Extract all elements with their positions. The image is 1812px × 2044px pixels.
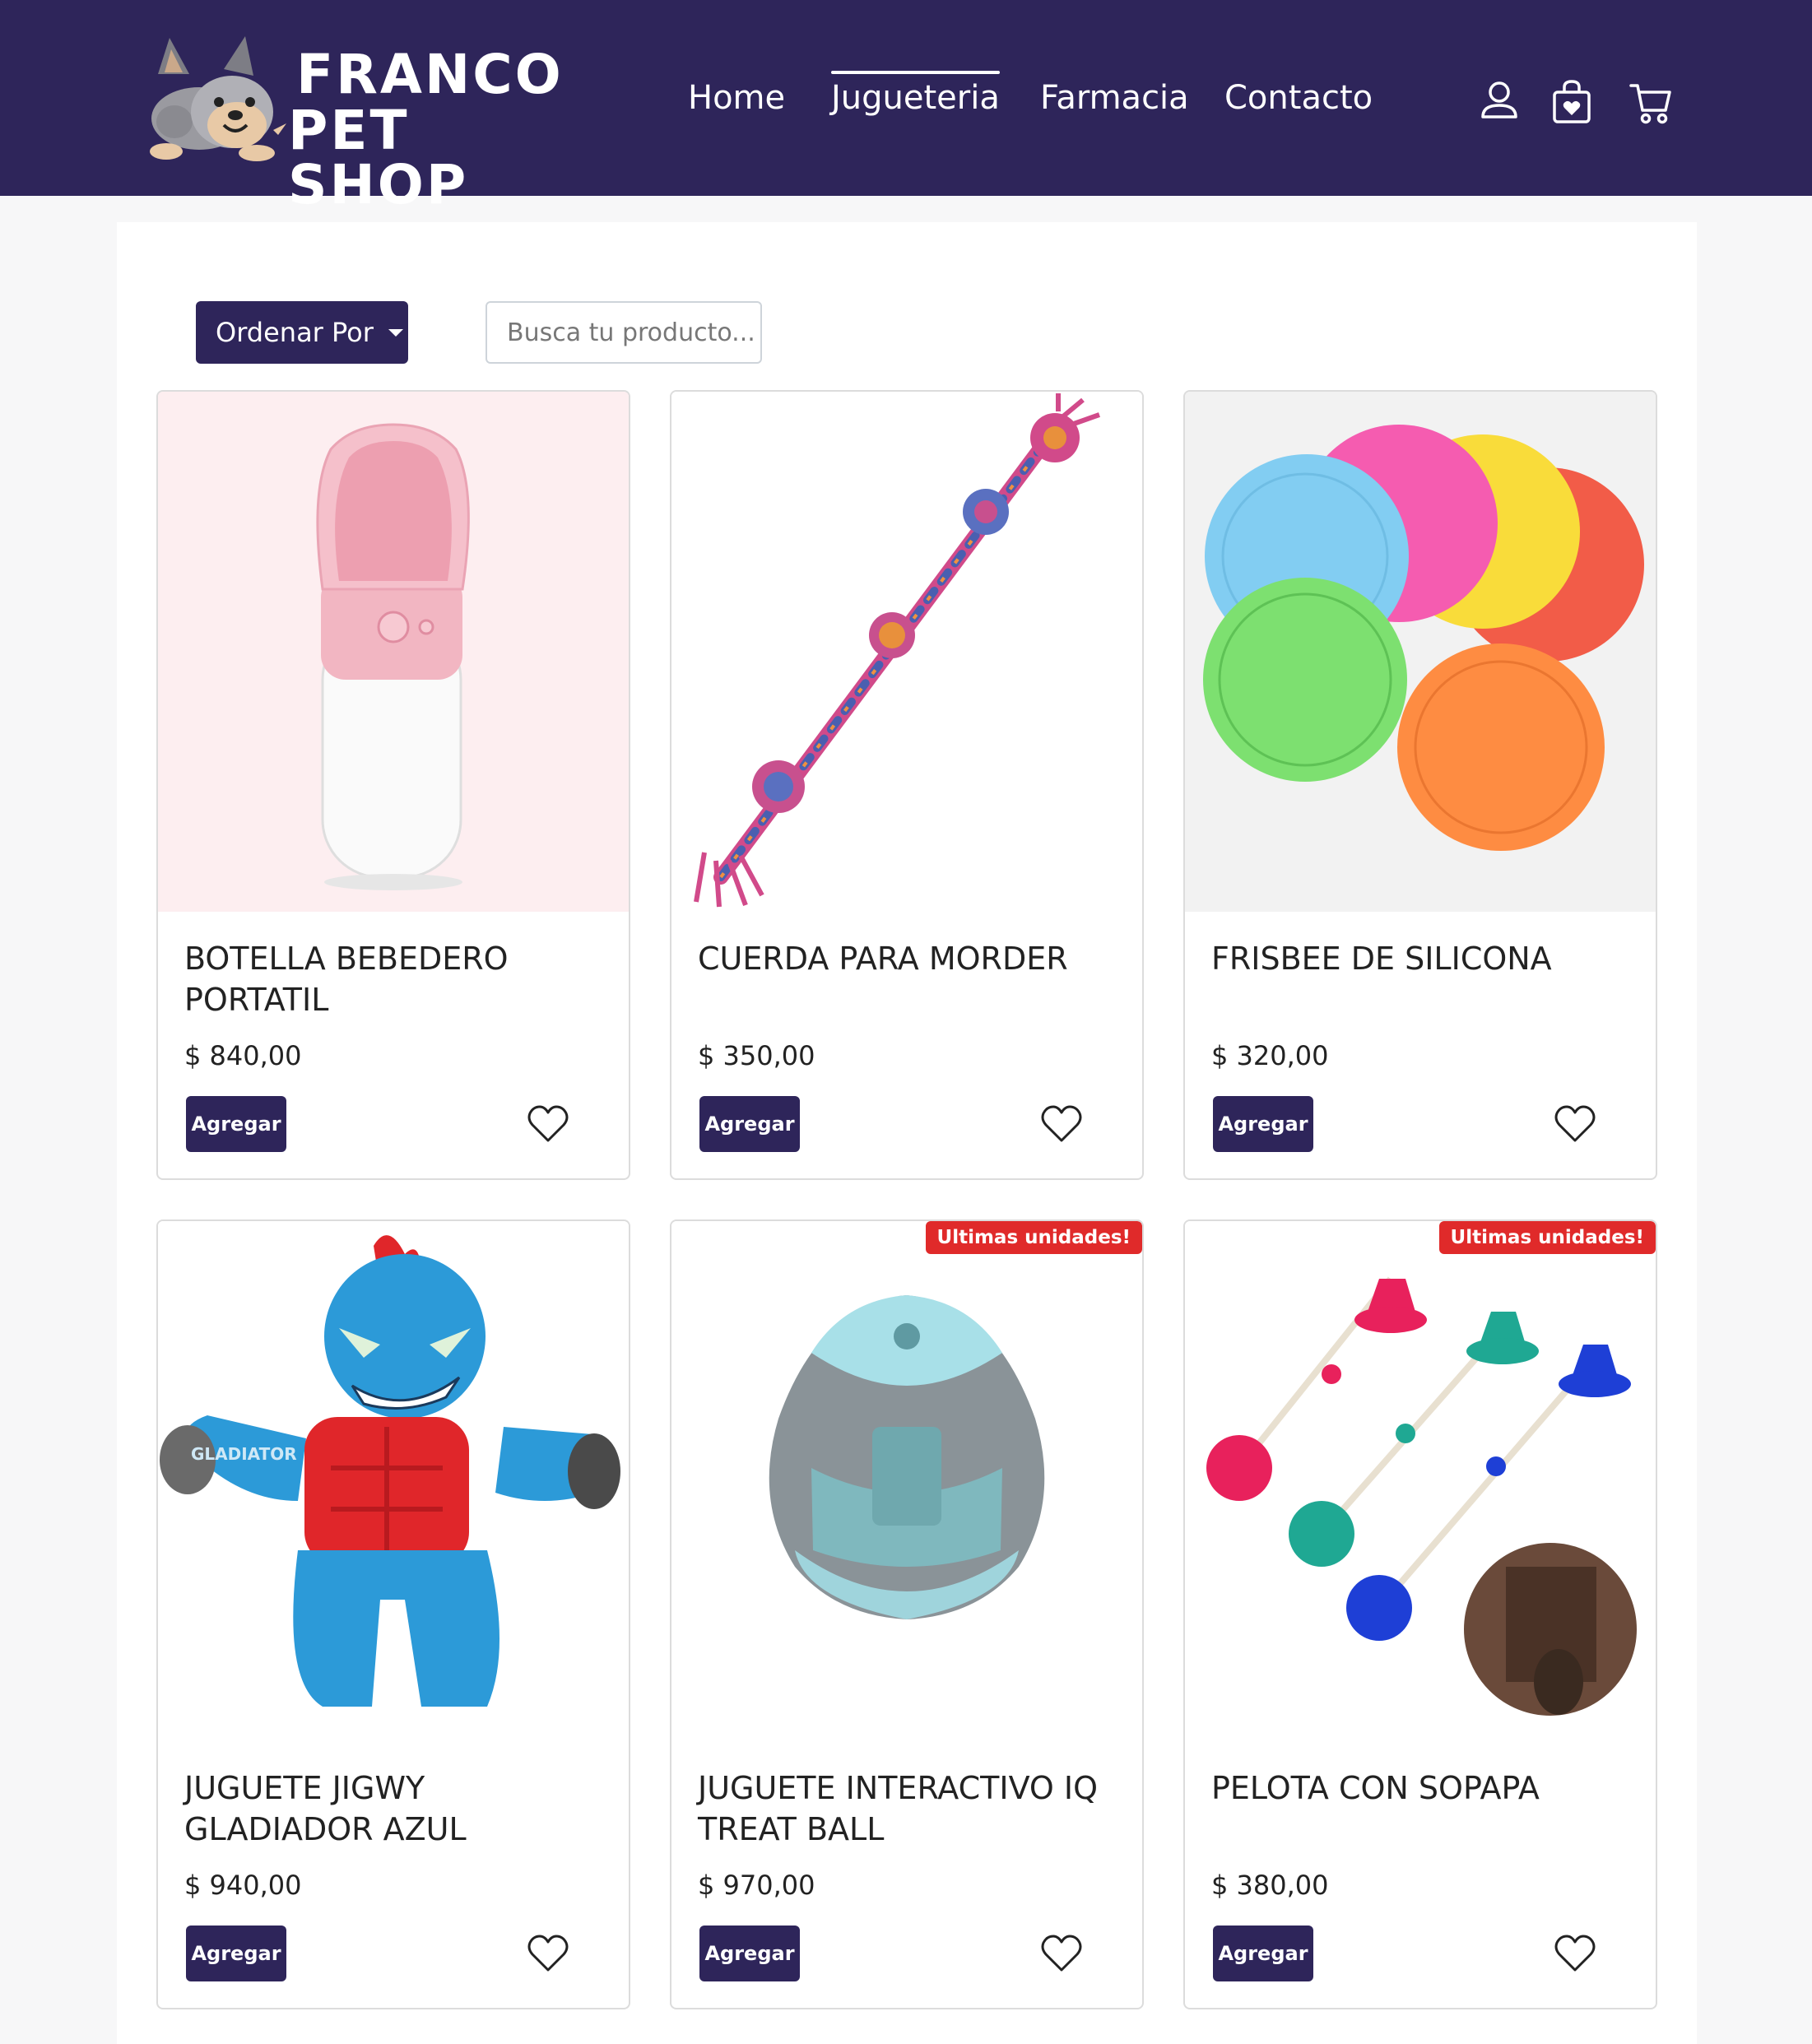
product-title: JUGUETE INTERACTIVO IQ TREAT BALL	[698, 1770, 1099, 1847]
favorites-bag-icon[interactable]	[1550, 79, 1593, 125]
product-title: PELOTA CON SOPAPA	[1211, 1770, 1540, 1806]
product-image[interactable]	[158, 392, 629, 912]
product-price: $ 840,00	[184, 1040, 302, 1071]
sort-dropdown-button[interactable]: Ordenar Por	[196, 301, 408, 364]
add-to-cart-button[interactable]: Agregar	[186, 1926, 286, 1981]
product-title: JUGUETE JIGWY GLADIADOR AZUL	[184, 1770, 467, 1847]
silicone-frisbees-image	[1185, 392, 1656, 912]
brand-line-2: PET SHOP	[288, 99, 469, 216]
suction-ball-toys-image	[1185, 1221, 1656, 1741]
product-card: Ultimas unidades! PELOTA CON SOPAPA $ 38…	[1183, 1219, 1657, 2009]
heart-icon[interactable]	[1040, 1104, 1083, 1144]
blue-gladiator-plush-image: GLADIATOR	[158, 1221, 629, 1741]
product-image[interactable]	[1185, 1221, 1656, 1741]
brand-logo[interactable]: FRANCO PET SHOP	[142, 33, 569, 212]
add-to-cart-button[interactable]: Agregar	[186, 1096, 286, 1152]
product-title: BOTELLA BEBEDERO PORTATIL	[184, 941, 509, 1018]
last-units-badge: Ultimas unidades!	[1438, 1221, 1656, 1254]
brand-name: FRANCO PET SHOP	[288, 48, 569, 212]
product-card: CUERDA PARA MORDER $ 350,00 Agregar	[670, 390, 1144, 1180]
product-card: GLADIATOR JUGUETE JIGWY GLADIADOR AZUL $…	[156, 1219, 630, 2009]
cart-icon[interactable]	[1629, 79, 1672, 125]
product-title: CUERDA PARA MORDER	[698, 941, 1068, 977]
svg-text:GLADIATOR: GLADIATOR	[191, 1444, 297, 1464]
product-image[interactable]	[671, 392, 1142, 912]
heart-icon[interactable]	[1554, 1934, 1596, 1973]
product-card: BOTELLA BEBEDERO PORTATIL $ 840,00 Agreg…	[156, 390, 630, 1180]
product-price: $ 380,00	[1211, 1870, 1329, 1901]
chevron-down-icon	[388, 328, 403, 337]
add-to-cart-button[interactable]: Agregar	[699, 1096, 800, 1152]
product-price: $ 970,00	[698, 1870, 815, 1901]
nav-home[interactable]: Home	[688, 79, 785, 117]
product-title: FRISBEE DE SILICONA	[1211, 941, 1552, 977]
search-input[interactable]	[486, 301, 762, 364]
heart-icon[interactable]	[527, 1934, 569, 1973]
treat-ball-egg-image	[671, 1221, 1142, 1741]
heart-icon[interactable]	[1040, 1934, 1083, 1973]
nav-contacto[interactable]: Contacto	[1224, 79, 1373, 117]
nav-jugueteria[interactable]: Jugueteria	[831, 71, 1000, 117]
product-image[interactable]	[1185, 392, 1656, 912]
product-price: $ 350,00	[698, 1040, 815, 1071]
product-price: $ 940,00	[184, 1870, 302, 1901]
user-icon[interactable]	[1478, 79, 1521, 125]
add-to-cart-button[interactable]: Agregar	[1213, 1096, 1313, 1152]
product-card: Ultimas unidades! JUGUETE INTERACTIVO IQ…	[670, 1219, 1144, 2009]
last-units-badge: Ultimas unidades!	[925, 1221, 1142, 1254]
product-price: $ 320,00	[1211, 1040, 1329, 1071]
add-to-cart-button[interactable]: Agregar	[1213, 1926, 1313, 1981]
navbar: FRANCO PET SHOP Home Jugueteria Farmacia…	[0, 0, 1812, 212]
brand-line-1: FRANCO	[296, 43, 564, 106]
heart-icon[interactable]	[527, 1104, 569, 1144]
heart-icon[interactable]	[1554, 1104, 1596, 1144]
sort-label: Ordenar Por	[216, 317, 374, 348]
knotted-rope-toy-image	[671, 392, 1142, 912]
product-image[interactable]: GLADIATOR	[158, 1221, 629, 1741]
product-card: FRISBEE DE SILICONA $ 320,00 Agregar	[1183, 390, 1657, 1180]
product-list-panel: Ordenar Por BOTELLA BEBEDERO PORTATIL $ …	[117, 222, 1697, 2044]
pink-water-bottle-image	[158, 392, 629, 912]
add-to-cart-button[interactable]: Agregar	[699, 1926, 800, 1981]
dog-mascot-logo-icon	[150, 36, 286, 161]
product-image[interactable]	[671, 1221, 1142, 1741]
nav-farmacia[interactable]: Farmacia	[1040, 79, 1189, 117]
